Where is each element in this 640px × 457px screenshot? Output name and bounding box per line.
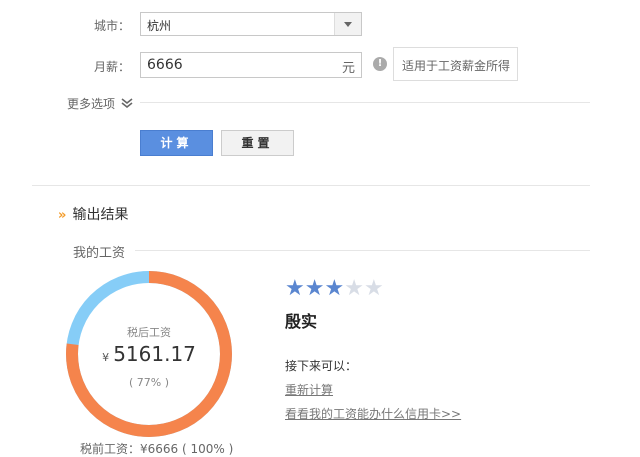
chevron-down-icon — [344, 22, 352, 27]
salary-input[interactable]: 6666 元 — [140, 52, 362, 78]
double-chevron-right-icon: » — [58, 208, 67, 223]
salary-label: 月薪： — [93, 60, 130, 74]
result-section-title: 输出结果 — [72, 207, 129, 223]
donut-center-value: ¥ 5161.17 — [63, 342, 235, 366]
city-select[interactable]: 杭州 — [140, 12, 362, 36]
credit-card-link[interactable]: 看看我的工资能办什么信用卡>> — [285, 405, 461, 422]
more-options-label: 更多选项 — [67, 97, 116, 111]
my-salary-title: 我的工资 — [73, 246, 126, 261]
star-filled-icon: ★ — [304, 276, 325, 301]
currency-symbol: ¥ — [102, 351, 110, 364]
more-options-toggle[interactable]: 更多选项 — [67, 95, 133, 112]
city-label: 城市： — [93, 19, 130, 33]
pre-tax-salary: 税前工资：¥6666 ( 100% ) — [80, 442, 234, 456]
dropdown-button[interactable] — [334, 13, 361, 35]
result-section-header: » 输出结果 — [58, 204, 129, 224]
donut-center-percent: ( 77% ) — [128, 376, 170, 389]
after-tax-value: 5161.17 — [113, 342, 196, 366]
more-options-divider — [140, 102, 590, 103]
section-divider — [32, 185, 590, 186]
star-empty-icon: ★ — [344, 276, 364, 301]
salary-unit: 元 — [341, 61, 355, 76]
next-steps-label: 接下来可以： — [285, 359, 358, 373]
star-empty-icon: ★ — [363, 276, 384, 301]
salary-input-value: 6666 — [147, 57, 183, 73]
donut-center-label: 税后工资 — [127, 326, 171, 339]
rating-stars: ★★★★★ — [285, 278, 384, 300]
calculate-button[interactable]: 计算 — [140, 130, 213, 156]
city-select-value: 杭州 — [147, 19, 172, 33]
recalculate-link[interactable]: 重新计算 — [285, 381, 333, 398]
info-icon[interactable]: ! — [373, 57, 387, 71]
salary-tip: 适用于工资薪金所得 — [393, 47, 518, 81]
reset-button[interactable]: 重置 — [221, 130, 294, 156]
income-level: 殷实 — [285, 312, 318, 331]
star-filled-icon: ★ — [285, 276, 305, 301]
double-chevron-down-icon — [121, 98, 133, 109]
star-filled-icon: ★ — [324, 276, 345, 301]
my-salary-divider — [135, 250, 590, 251]
